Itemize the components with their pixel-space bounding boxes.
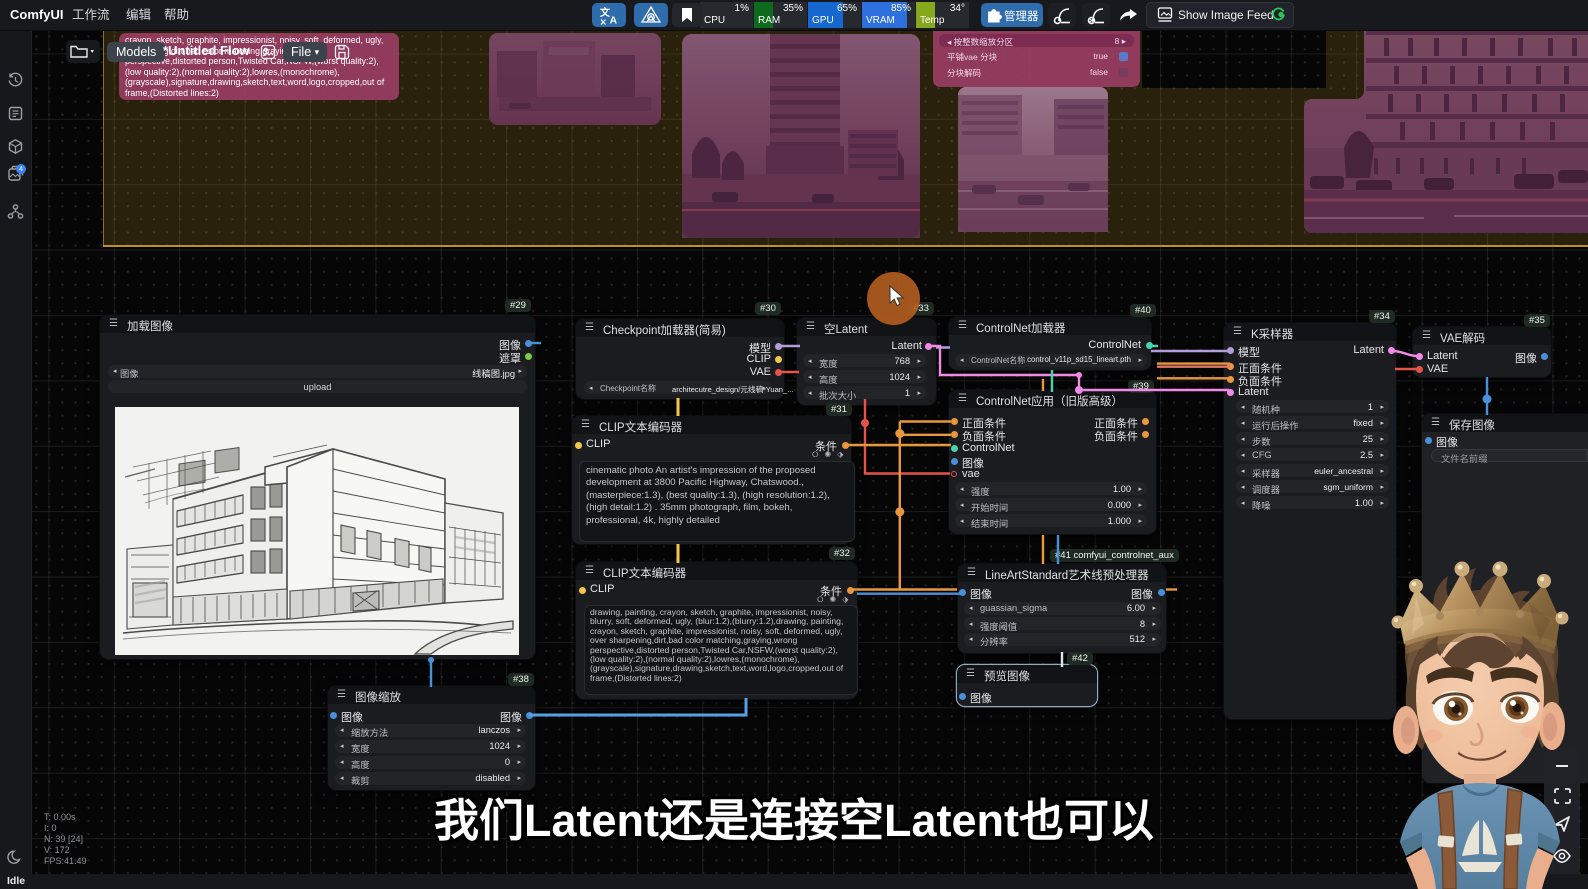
svg-text:A: A (610, 15, 618, 27)
